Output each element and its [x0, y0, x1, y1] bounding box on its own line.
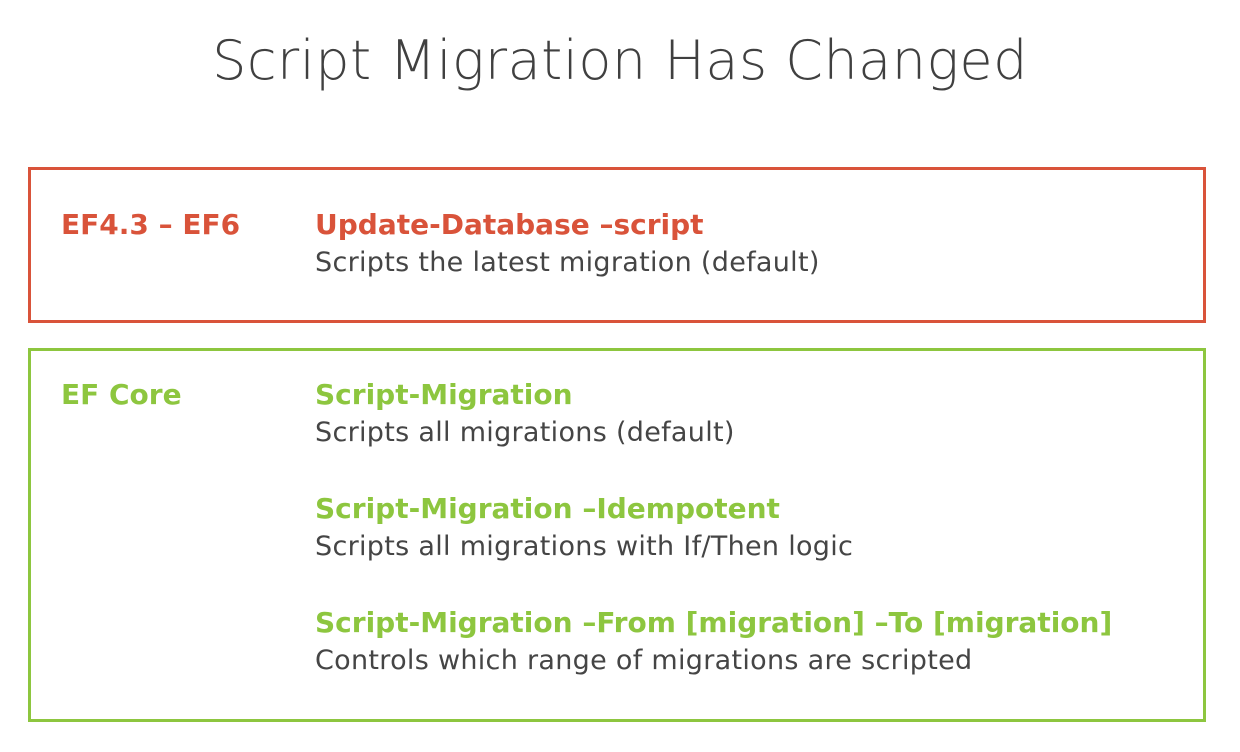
command-description: Controls which range of migrations are s…	[315, 645, 973, 676]
ef-core-panel: EF Core Script-Migration Scripts all mig…	[28, 348, 1206, 722]
version-label-ef-core: EF Core	[61, 378, 182, 411]
ef6-command-list: Update-Database –script Scripts the late…	[315, 207, 1183, 283]
command-entry: Update-Database –script Scripts the late…	[315, 207, 1183, 283]
slide-title: Script Migration Has Changed	[212, 29, 1028, 92]
command-description: Scripts the latest migration (default)	[315, 247, 820, 278]
command-description: Scripts all migrations with If/Then logi…	[315, 531, 854, 562]
ef-core-command-list: Script-Migration Scripts all migrations …	[315, 377, 1183, 681]
command-entry: Script-Migration Scripts all migrations …	[315, 377, 1183, 453]
ef6-panel: EF4.3 – EF6 Update-Database –script Scri…	[28, 167, 1206, 323]
command-script-migration-idempotent: Script-Migration –Idempotent	[315, 492, 780, 525]
command-entry: Script-Migration –From [migration] –To […	[315, 605, 1183, 681]
command-description: Scripts all migrations (default)	[315, 417, 735, 448]
version-label-ef6: EF4.3 – EF6	[61, 208, 241, 241]
command-script-migration-from-to: Script-Migration –From [migration] –To […	[315, 606, 1113, 639]
command-update-database-script: Update-Database –script	[315, 208, 704, 241]
command-script-migration: Script-Migration	[315, 378, 573, 411]
command-entry: Script-Migration –Idempotent Scripts all…	[315, 491, 1183, 567]
